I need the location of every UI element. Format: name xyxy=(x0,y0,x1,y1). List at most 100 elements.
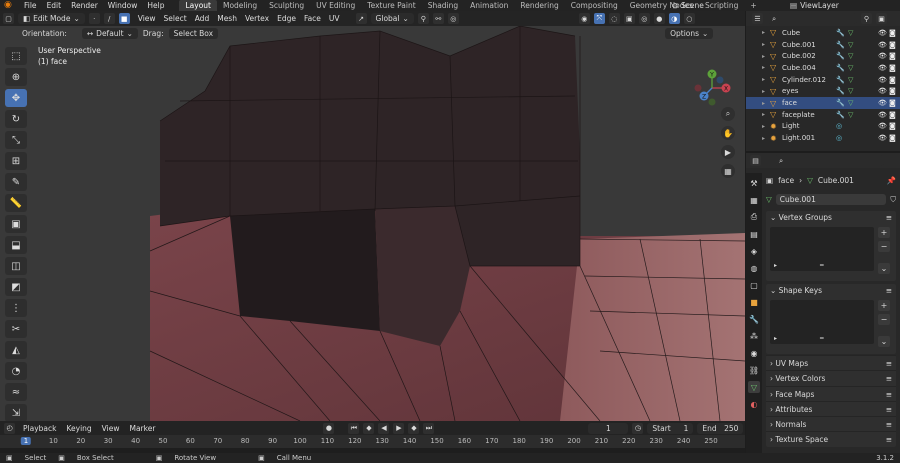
shape-keys-list[interactable]: ▸ ═ xyxy=(770,300,874,344)
tab-uv-editing[interactable]: UV Editing xyxy=(310,0,361,11)
eye-icon[interactable]: 👁 xyxy=(878,87,889,95)
prev-key-icon[interactable]: ◆ xyxy=(363,422,375,434)
mesh-name-field[interactable]: Cube.001 xyxy=(775,194,887,205)
scene-tab-icon[interactable]: ◈ xyxy=(748,245,760,257)
expand-icon[interactable]: ▸ xyxy=(762,123,770,130)
vertex-groups-header[interactable]: ⌄ Vertex Groups ≡ xyxy=(766,211,896,225)
particles-tab-icon[interactable]: ⁂ xyxy=(748,330,760,342)
uv-maps-panel-header[interactable]: › UV Maps ≡ xyxy=(766,355,896,370)
menu-edit[interactable]: Edit xyxy=(42,0,67,11)
viewport-menu-face[interactable]: Face xyxy=(300,14,325,23)
expand-icon[interactable]: ▸ xyxy=(762,76,770,83)
rotate-icon[interactable]: ↻ xyxy=(5,110,27,128)
extrude-icon[interactable]: ⬓ xyxy=(5,236,27,254)
camera-render-icon[interactable]: ◙ xyxy=(889,122,899,130)
outliner-search-input[interactable]: ⌕ xyxy=(767,13,857,24)
camera-render-icon[interactable]: ◙ xyxy=(889,64,899,72)
vertex-groups-list[interactable]: ▸ ═ xyxy=(770,227,874,271)
play-icon[interactable]: ▶ xyxy=(393,422,405,434)
tab-sculpting[interactable]: Sculpting xyxy=(263,0,310,11)
drag-handle-icon[interactable]: ≡ xyxy=(886,284,892,298)
drag-dropdown[interactable]: Select Box xyxy=(168,28,219,39)
tab-rendering[interactable]: Rendering xyxy=(514,0,564,11)
viewport-menu-vertex[interactable]: Vertex xyxy=(241,14,273,23)
3d-viewport[interactable]: ▢ ◧ Edit Mode ⌄ · / ■ View Select Add Mesh Ver… xyxy=(0,11,745,421)
knife-icon[interactable]: ✂ xyxy=(5,320,27,338)
current-frame-field[interactable]: 1 xyxy=(588,422,629,434)
menu-chevron-icon[interactable]: ⌄ xyxy=(878,336,890,347)
eye-icon[interactable]: 👁 xyxy=(878,99,889,107)
tab-compositing[interactable]: Compositing xyxy=(565,0,624,11)
modifier-icon[interactable]: 🔧 xyxy=(836,76,848,84)
record-icon[interactable]: ● xyxy=(323,422,335,434)
face-select-icon[interactable]: ■ xyxy=(118,13,130,24)
menu-chevron-icon[interactable]: ⌄ xyxy=(878,263,890,274)
expand-icon[interactable]: ▸ xyxy=(762,53,770,60)
pan-hand-icon[interactable]: ✋ xyxy=(721,126,735,140)
mesh-data-tab-icon[interactable]: ▽ xyxy=(748,381,760,393)
blender-logo-icon[interactable]: ◉ xyxy=(4,1,15,10)
mode-dropdown[interactable]: ◧ Edit Mode ⌄ xyxy=(18,13,85,24)
shrink-icon[interactable]: ⇲ xyxy=(5,404,27,421)
camera-render-icon[interactable]: ◙ xyxy=(889,99,899,107)
expand-icon[interactable]: ▸ xyxy=(762,100,770,107)
timeline-menu-marker[interactable]: Marker xyxy=(125,424,159,433)
shading-wireframe-icon[interactable]: ◎ xyxy=(638,13,650,24)
add-icon[interactable]: + xyxy=(878,300,890,311)
edge-select-icon[interactable]: / xyxy=(103,13,115,24)
mesh-data-icon[interactable]: ▽ xyxy=(848,29,878,37)
expand-icon[interactable]: ▸ xyxy=(762,111,770,118)
eye-icon[interactable]: 👁 xyxy=(878,111,889,119)
viewport-menu-add[interactable]: Add xyxy=(191,14,214,23)
expand-icon[interactable]: ▸ xyxy=(762,64,770,71)
drag-handle-icon[interactable]: ≡ xyxy=(886,371,892,385)
drag-handle-icon[interactable]: ≡ xyxy=(886,387,892,401)
timeline-menu-keying[interactable]: Keying xyxy=(62,424,95,433)
outliner-item-cylinder-012[interactable]: ▸ ▽ Cylinder.012 🔧 ▽ 👁 ◙ xyxy=(746,74,900,86)
scene-selector[interactable]: ⛭ Scene xyxy=(672,0,704,11)
outliner-item-name[interactable]: Cube.004 xyxy=(780,64,836,72)
filter-icon[interactable]: ⚲ xyxy=(861,13,872,24)
mesh-data-icon[interactable]: ▽ xyxy=(848,52,878,60)
attributes-panel-header[interactable]: › Attributes ≡ xyxy=(766,400,896,416)
viewport-menu-uv[interactable]: UV xyxy=(325,14,344,23)
eye-icon[interactable]: 👁 xyxy=(878,41,889,49)
mesh-data-icon[interactable]: ▽ xyxy=(848,87,878,95)
outliner-item-cube-001[interactable]: ▸ ▽ Cube.001 🔧 ▽ 👁 ◙ xyxy=(746,39,900,51)
outliner-item-name[interactable]: Light xyxy=(780,122,836,130)
editor-type-icon[interactable]: ☰ xyxy=(752,13,763,24)
transform-orientation-icon[interactable]: ↗ xyxy=(355,13,367,24)
inset-icon[interactable]: ◫ xyxy=(5,257,27,275)
zoom-icon[interactable]: ⌕ xyxy=(721,107,735,121)
add-workspace-button[interactable]: + xyxy=(744,0,762,11)
modifier-icon[interactable]: 🔧 xyxy=(836,87,848,95)
outliner-item-cube-004[interactable]: ▸ ▽ Cube.004 🔧 ▽ 👁 ◙ xyxy=(746,62,900,74)
constraints-tab-icon[interactable]: ⛓ xyxy=(748,364,760,376)
expand-icon[interactable]: ▸ xyxy=(762,88,770,95)
remove-icon[interactable]: − xyxy=(878,241,890,252)
render-tab-icon[interactable]: ▦ xyxy=(748,194,760,206)
menu-file[interactable]: File xyxy=(19,0,42,11)
outliner-item-name[interactable]: Cylinder.012 xyxy=(780,76,836,84)
camera-render-icon[interactable]: ◙ xyxy=(889,52,899,60)
overlays-icon[interactable]: ◌ xyxy=(608,13,620,24)
xray-icon[interactable]: ▣ xyxy=(623,13,635,24)
frame-ruler[interactable]: 1 10 20 30 40 50 60 70 80 90 100 110 120 130 140 150 160… xyxy=(0,435,745,448)
proportional-edit-icon[interactable]: ◎ xyxy=(447,13,459,24)
output-tab-icon[interactable]: ⎙ xyxy=(748,211,760,223)
eye-icon[interactable]: 👁 xyxy=(878,64,889,72)
end-field[interactable]: End 250 xyxy=(697,422,744,434)
smooth-icon[interactable]: ≈ xyxy=(5,383,27,401)
camera-render-icon[interactable]: ◙ xyxy=(889,87,899,95)
shading-solid-icon[interactable]: ● xyxy=(653,13,665,24)
options-dropdown[interactable]: Options ⌄ xyxy=(665,28,714,39)
drag-handle-icon[interactable]: ≡ xyxy=(886,402,892,416)
outliner-item-light-001[interactable]: ▸ ✹ Light.001 ◎ 👁 ◙ xyxy=(746,132,900,144)
eye-icon[interactable]: 👁 xyxy=(878,134,889,142)
modifier-icon[interactable]: 🔧 xyxy=(836,29,848,37)
viewport-menu-mesh[interactable]: Mesh xyxy=(213,14,241,23)
move-icon[interactable]: ✥ xyxy=(5,89,27,107)
mesh-data-icon[interactable]: ▽ xyxy=(848,64,878,72)
scale-icon[interactable]: ⤡ xyxy=(5,131,27,149)
timeline-menu-playback[interactable]: Playback xyxy=(19,424,60,433)
